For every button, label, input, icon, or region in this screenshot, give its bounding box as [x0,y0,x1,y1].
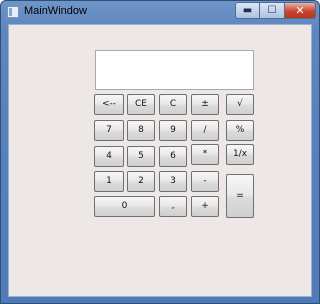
plus-button[interactable]: + [191,196,219,217]
percent-button[interactable]: % [226,120,254,141]
digit-1-button[interactable]: 1 [94,171,124,192]
reciprocal-button[interactable]: 1/x [226,144,254,165]
caption-buttons: ▬ ☐ ✕ [235,2,316,19]
backspace-button[interactable]: <-- [94,94,124,115]
main-window: MainWindow ▬ ☐ ✕ <-- CE C ± √ 7 8 9 / % … [0,0,320,304]
square-root-button[interactable]: √ [226,94,254,115]
close-icon: ✕ [295,4,305,17]
equals-button[interactable]: = [226,174,254,218]
minus-button[interactable]: - [191,171,219,192]
window-title: MainWindow [24,5,87,17]
digit-7-button[interactable]: 7 [94,120,124,141]
digit-2-button[interactable]: 2 [127,171,155,192]
minimize-icon: ▬ [242,4,253,16]
digit-8-button[interactable]: 8 [127,120,155,141]
app-window-icon [7,6,19,18]
digit-3-button[interactable]: 3 [159,171,187,192]
multiply-button[interactable]: * [191,144,219,165]
digit-9-button[interactable]: 9 [159,120,187,141]
clear-button[interactable]: C [159,94,187,115]
close-button[interactable]: ✕ [285,2,316,19]
digit-4-button[interactable]: 4 [94,146,124,167]
maximize-icon: ☐ [267,4,277,16]
digit-0-button[interactable]: 0 [94,196,155,217]
decimal-comma-button[interactable]: , [159,196,187,217]
digit-5-button[interactable]: 5 [127,146,155,167]
title-bar[interactable]: MainWindow ▬ ☐ ✕ [1,1,319,23]
calculator-panel: <-- CE C ± √ 7 8 9 / % 4 5 6 * 1/x 1 2 3… [8,24,312,297]
maximize-button[interactable]: ☐ [260,2,285,19]
calculator-display[interactable] [95,50,254,90]
clear-entry-button[interactable]: CE [127,94,155,115]
divide-button[interactable]: / [191,120,219,141]
minimize-button[interactable]: ▬ [235,2,260,19]
digit-6-button[interactable]: 6 [159,146,187,167]
plus-minus-button[interactable]: ± [191,94,219,115]
